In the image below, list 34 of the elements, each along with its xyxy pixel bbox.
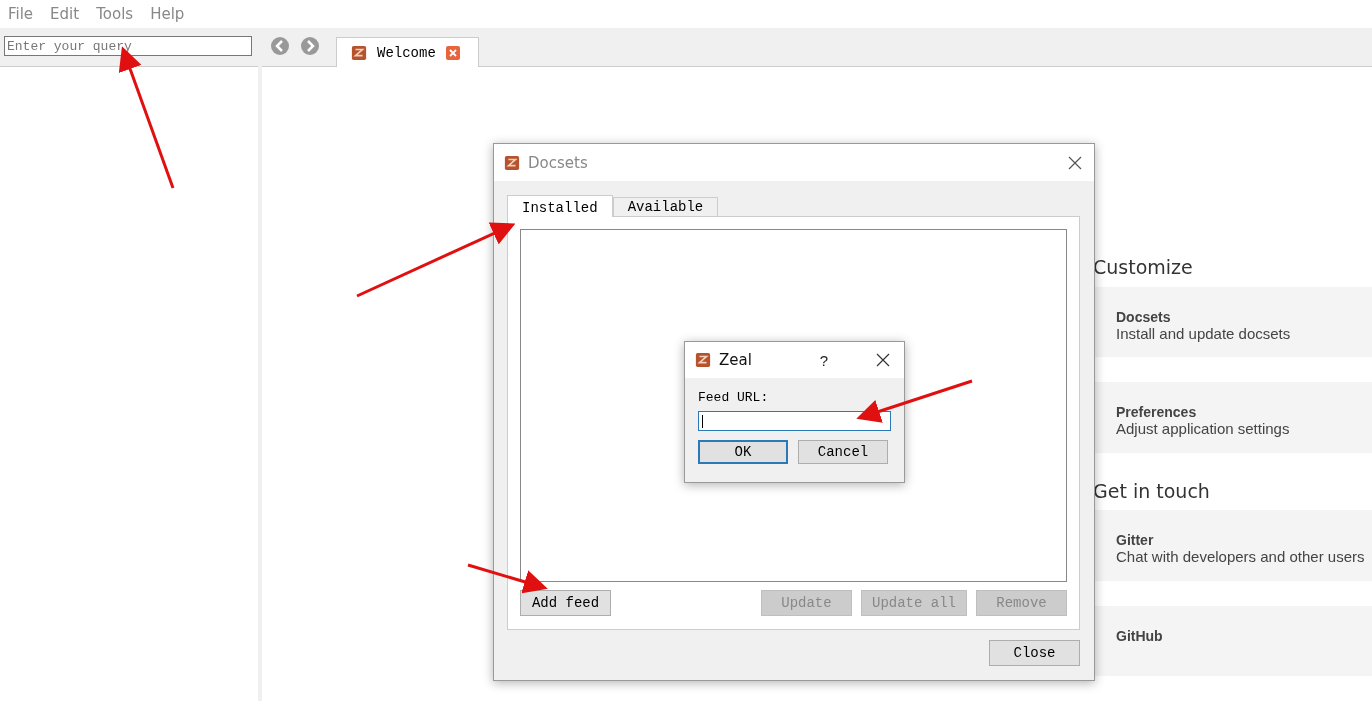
close-icon[interactable]	[1068, 155, 1082, 170]
tab[interactable]: Available	[612, 197, 719, 216]
url-field[interactable]	[698, 411, 891, 431]
dialog-title: Zeal	[719, 351, 753, 369]
card-subtitle: Adjust application settings	[1116, 420, 1291, 438]
card-title: GitHub	[1116, 627, 1164, 644]
search-field[interactable]: Enter your query	[4, 36, 252, 56]
menu-item[interactable]: Tools	[96, 5, 134, 23]
close-icon[interactable]	[876, 353, 890, 367]
card-subtitle: Chat with developers and other users	[1116, 548, 1366, 566]
tab[interactable]: Installed	[507, 195, 613, 217]
menu-item[interactable]: File	[8, 5, 34, 23]
card-title: Gitter	[1116, 532, 1155, 549]
help-button[interactable]: ?	[819, 351, 828, 369]
forward-icon[interactable]	[300, 36, 320, 56]
card-subtitle: Install and update docsets	[1116, 324, 1292, 342]
card-title: Docsets	[1116, 308, 1172, 325]
dialog-button[interactable]: OK	[698, 440, 788, 464]
menu-item[interactable]: Help	[150, 5, 185, 23]
section-heading: Get in touch	[1093, 479, 1211, 504]
dialog-title: Docsets	[528, 153, 589, 172]
welcome-card[interactable]: GitHub	[1093, 605, 1372, 676]
section-heading: Customize	[1093, 256, 1194, 280]
field-label: Feed URL:	[698, 390, 770, 405]
dialog-button[interactable]: Cancel	[798, 440, 888, 464]
welcome-card[interactable]: Preferences Adjust application settings	[1093, 382, 1372, 453]
menu-item[interactable]: Edit	[50, 5, 80, 23]
tab[interactable]: Welcome	[336, 37, 479, 67]
welcome-card[interactable]: Docsets Install and update docsets	[1093, 286, 1372, 358]
close-button[interactable]: Close	[989, 640, 1080, 666]
add-feed-button[interactable]: Add feed	[520, 590, 611, 616]
back-icon[interactable]	[270, 36, 290, 56]
welcome-card[interactable]: Gitter Chat with developers and other users	[1093, 510, 1372, 581]
card-title: Preferences	[1116, 404, 1198, 421]
